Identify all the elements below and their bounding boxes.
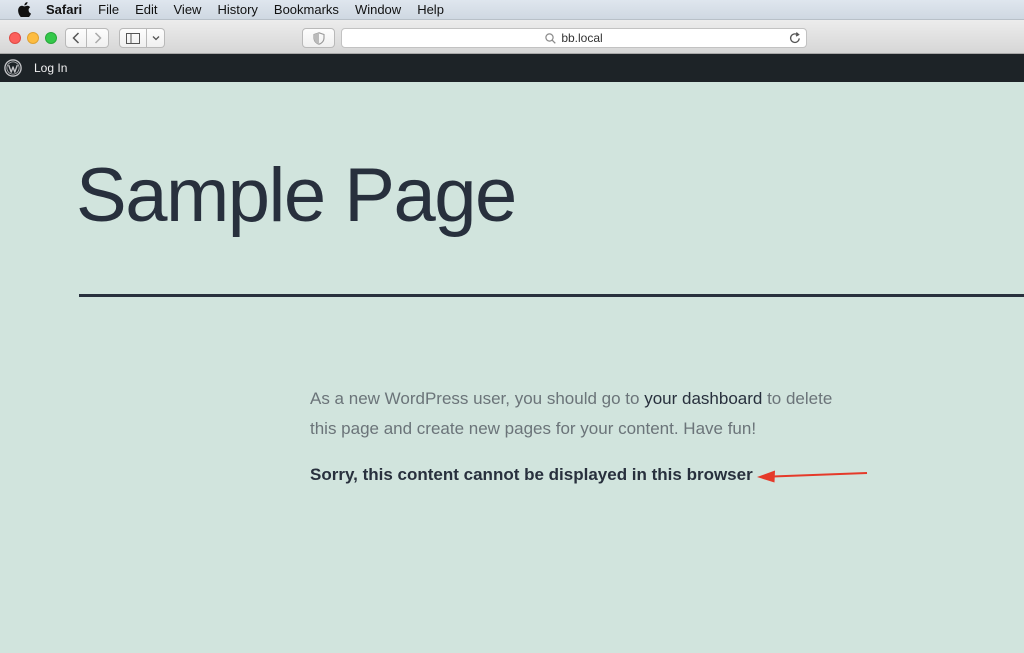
shield-icon [312, 31, 325, 45]
menu-window[interactable]: Window [355, 2, 401, 17]
close-window-button[interactable] [9, 32, 21, 44]
search-icon [545, 32, 557, 44]
back-chevron-icon [72, 32, 80, 44]
page-title: Sample Page [76, 153, 517, 238]
unsupported-content-message: Sorry, this content cannot be displayed … [310, 465, 753, 484]
wordpress-logo-icon[interactable] [4, 59, 22, 77]
login-link[interactable]: Log In [34, 61, 67, 75]
zoom-window-button[interactable] [45, 32, 57, 44]
sidebar-toggle-button[interactable] [119, 28, 147, 48]
menu-safari[interactable]: Safari [46, 2, 82, 17]
forward-chevron-icon [94, 32, 102, 44]
menu-edit[interactable]: Edit [135, 2, 157, 17]
wp-admin-bar: Log In [0, 54, 1024, 82]
apple-icon[interactable] [18, 2, 32, 17]
forward-button[interactable] [87, 28, 109, 48]
sidebar-menu-button[interactable] [147, 28, 165, 48]
menu-file[interactable]: File [98, 2, 119, 17]
menu-bookmarks[interactable]: Bookmarks [274, 2, 339, 17]
chevron-down-icon [152, 36, 159, 41]
privacy-report-button[interactable] [302, 28, 335, 48]
dashboard-link[interactable]: your dashboard [644, 389, 762, 408]
back-button[interactable] [65, 28, 87, 48]
browser-toolbar: bb.local [0, 20, 1024, 54]
title-divider [79, 294, 1024, 297]
menu-history[interactable]: History [217, 2, 257, 17]
intro-paragraph: As a new WordPress user, you should go t… [310, 384, 850, 444]
reload-icon[interactable] [788, 31, 802, 45]
menu-help[interactable]: Help [417, 2, 444, 17]
red-arrow-icon [757, 470, 868, 483]
menu-bar: Safari File Edit View History Bookmarks … [0, 0, 1024, 20]
sidebar-icon [126, 32, 140, 44]
minimize-window-button[interactable] [27, 32, 39, 44]
menu-view[interactable]: View [174, 2, 202, 17]
address-text: bb.local [561, 31, 603, 45]
intro-text-before: As a new WordPress user, you should go t… [310, 389, 645, 408]
address-bar[interactable]: bb.local [341, 28, 807, 48]
